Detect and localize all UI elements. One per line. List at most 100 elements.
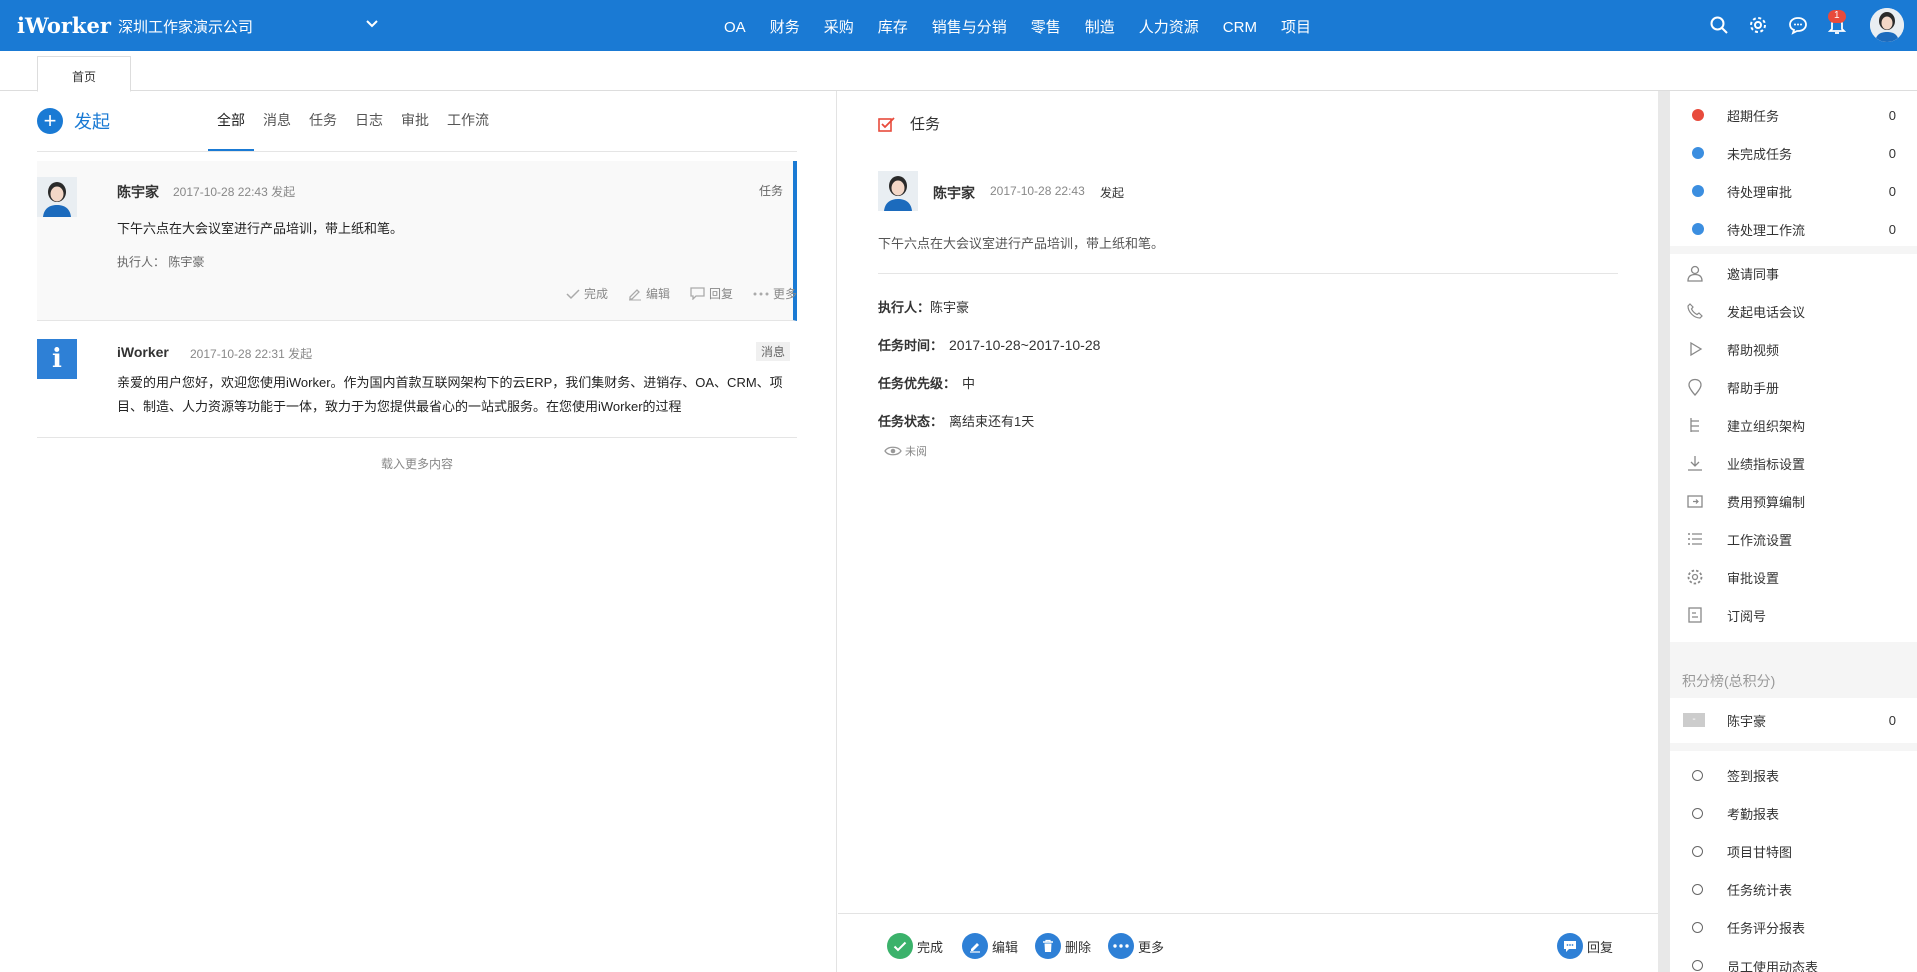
report-sign-in[interactable]: 签到报表 bbox=[1670, 756, 1917, 794]
feed-content[interactable]: 亲爱的用户您好，欢迎您使用iWorker。作为国内首款互联网架构下的云ERP，我… bbox=[117, 371, 797, 419]
more-action[interactable]: 更多 bbox=[753, 285, 797, 302]
company-selector[interactable]: 深圳工作家演示公司 bbox=[118, 16, 253, 37]
circle-icon bbox=[1692, 921, 1703, 933]
edit-label: 编辑 bbox=[992, 939, 1019, 955]
feed-content[interactable]: 下午六点在大会议室进行产品培训，带上纸和笔。 bbox=[117, 218, 403, 237]
filter-tab-all[interactable]: 全部 bbox=[208, 91, 254, 151]
avatar[interactable] bbox=[878, 171, 918, 211]
nav-sales[interactable]: 销售与分销 bbox=[920, 0, 1019, 51]
quick-link-invite[interactable]: 邀请同事 bbox=[1670, 254, 1917, 292]
complete-button[interactable]: 完成 bbox=[887, 933, 943, 959]
stat-label: 超期任务 bbox=[1727, 108, 1780, 124]
priority-label: 任务优先级： bbox=[878, 376, 957, 391]
stat-pending-workflows[interactable]: 待处理工作流 0 bbox=[1670, 210, 1917, 248]
report-task-rating[interactable]: 任务评分报表 bbox=[1670, 908, 1917, 946]
chevron-down-icon[interactable] bbox=[364, 15, 380, 31]
stat-label: 待处理审批 bbox=[1727, 184, 1793, 200]
nav-manufacturing[interactable]: 制造 bbox=[1073, 0, 1127, 51]
plus-icon: + bbox=[37, 108, 63, 134]
feed-item[interactable]: 陈宇家 2017-10-28 22:43 发起 任务 下午六点在大会议室进行产品… bbox=[37, 161, 797, 321]
quick-link-budget[interactable]: 费用预算编制 bbox=[1670, 482, 1917, 520]
quick-link-label: 审批设置 bbox=[1727, 570, 1780, 586]
quick-link-conference-call[interactable]: 发起电话会议 bbox=[1670, 292, 1917, 330]
quick-link-label: 工作流设置 bbox=[1727, 532, 1793, 548]
feed-time: 2017-10-28 22:43 发起 bbox=[173, 185, 296, 199]
read-status[interactable]: 未阅 bbox=[884, 443, 927, 459]
app-logo[interactable]: iWorker bbox=[17, 13, 111, 38]
stat-overdue-tasks[interactable]: 超期任务 0 bbox=[1670, 96, 1917, 134]
task-check-icon bbox=[878, 116, 895, 132]
quick-link-label: 发起电话会议 bbox=[1727, 304, 1806, 320]
load-more-link[interactable]: 载入更多内容 bbox=[37, 455, 797, 472]
feed-author[interactable]: iWorker bbox=[117, 344, 169, 360]
detail-content: 下午六点在大会议室进行产品培训，带上纸和笔。 bbox=[878, 236, 1165, 251]
more-dots-icon bbox=[753, 292, 769, 295]
launch-button[interactable]: + 发起 bbox=[37, 108, 110, 134]
delete-label: 删除 bbox=[1065, 939, 1092, 955]
quick-link-kpi-settings[interactable]: 业绩指标设置 bbox=[1670, 444, 1917, 482]
divider bbox=[878, 273, 1618, 274]
time-value: 2017-10-28~2017-10-28 bbox=[949, 337, 1101, 353]
quick-link-subscriptions[interactable]: 订阅号 bbox=[1670, 596, 1917, 634]
nav-crm[interactable]: CRM bbox=[1211, 0, 1269, 51]
quick-link-org-structure[interactable]: 建立组织架构 bbox=[1670, 406, 1917, 444]
avatar[interactable] bbox=[37, 177, 77, 217]
edit-action[interactable]: 编辑 bbox=[628, 285, 670, 302]
complete-action[interactable]: 完成 bbox=[566, 285, 608, 302]
feed-actions: 完成 编辑 回复 更多 bbox=[546, 285, 797, 302]
feed-item[interactable]: i iWorker 2017-10-28 22:31 发起 消息 亲爱的用户您好… bbox=[37, 323, 797, 438]
page-tab-strip: 首页 bbox=[0, 51, 1917, 92]
filter-tab-approval[interactable]: 审批 bbox=[392, 91, 438, 151]
nav-purchase[interactable]: 采购 bbox=[812, 0, 866, 51]
delete-button[interactable]: 删除 bbox=[1035, 933, 1091, 959]
report-attendance[interactable]: 考勤报表 bbox=[1670, 794, 1917, 832]
ranking-row[interactable]: - 陈宇豪 0 bbox=[1670, 701, 1917, 739]
nav-oa[interactable]: OA bbox=[712, 0, 758, 51]
quick-link-help-video[interactable]: 帮助视频 bbox=[1670, 330, 1917, 368]
status-value: 离结束还有1天 bbox=[949, 414, 1035, 429]
complete-label: 完成 bbox=[917, 939, 944, 955]
quick-link-approval-settings[interactable]: 审批设置 bbox=[1670, 558, 1917, 596]
check-icon bbox=[566, 288, 580, 299]
nav-hr[interactable]: 人力资源 bbox=[1127, 0, 1211, 51]
filter-tab-workflow[interactable]: 工作流 bbox=[438, 91, 498, 151]
stat-pending-approvals[interactable]: 待处理审批 0 bbox=[1670, 172, 1917, 210]
feed-author[interactable]: 陈宇家 bbox=[117, 182, 159, 202]
report-employee-activity[interactable]: 员工使用动态表 bbox=[1670, 944, 1917, 972]
nav-project[interactable]: 项目 bbox=[1269, 0, 1323, 51]
status-dot bbox=[1692, 109, 1704, 121]
nav-finance[interactable]: 财务 bbox=[758, 0, 812, 51]
feed-executor: 执行人： 陈宇豪 bbox=[117, 255, 205, 269]
quick-link-help-manual[interactable]: 帮助手册 bbox=[1670, 368, 1917, 406]
time-label: 任务时间： bbox=[878, 338, 944, 353]
nav-inventory[interactable]: 库存 bbox=[866, 0, 920, 51]
edit-button[interactable]: 编辑 bbox=[962, 933, 1018, 959]
search-icon[interactable] bbox=[1709, 15, 1729, 35]
nav-retail[interactable]: 零售 bbox=[1019, 0, 1073, 51]
more-button[interactable]: 更多 bbox=[1108, 933, 1164, 959]
scrollbar[interactable] bbox=[1658, 91, 1670, 972]
filter-tab-messages[interactable]: 消息 bbox=[254, 91, 300, 151]
detail-author[interactable]: 陈宇家 bbox=[933, 183, 975, 203]
map-pin-icon bbox=[1688, 378, 1702, 396]
executor-label: 执行人： bbox=[878, 300, 931, 315]
main-nav: OA 财务 采购 库存 销售与分销 零售 制造 人力资源 CRM 项目 bbox=[712, 0, 1323, 51]
detail-title: 任务 bbox=[910, 116, 941, 133]
filter-tab-logs[interactable]: 日志 bbox=[346, 91, 392, 151]
user-avatar[interactable] bbox=[1870, 8, 1904, 42]
tab-home[interactable]: 首页 bbox=[37, 56, 131, 92]
stat-unfinished-tasks[interactable]: 未完成任务 0 bbox=[1670, 134, 1917, 172]
task-detail-panel: 任务 陈宇家 2017-10-28 22:43 发起 下午六点在大会议室进行产品… bbox=[838, 91, 1658, 972]
ranking-block: - 陈宇豪 0 bbox=[1670, 698, 1917, 743]
stat-label: 未完成任务 bbox=[1727, 146, 1793, 162]
report-gantt[interactable]: 项目甘特图 bbox=[1670, 832, 1917, 870]
gear-icon[interactable] bbox=[1748, 15, 1768, 35]
stat-label: 待处理工作流 bbox=[1727, 222, 1806, 238]
reply-button[interactable]: 回复 bbox=[1557, 933, 1613, 959]
chat-icon[interactable] bbox=[1788, 15, 1808, 35]
filter-tab-tasks[interactable]: 任务 bbox=[300, 91, 346, 151]
detail-action-bar: 完成 编辑 删除 更多 回复 bbox=[838, 913, 1658, 972]
quick-link-workflow-settings[interactable]: 工作流设置 bbox=[1670, 520, 1917, 558]
report-task-stats[interactable]: 任务统计表 bbox=[1670, 870, 1917, 908]
reply-action[interactable]: 回复 bbox=[690, 285, 733, 302]
